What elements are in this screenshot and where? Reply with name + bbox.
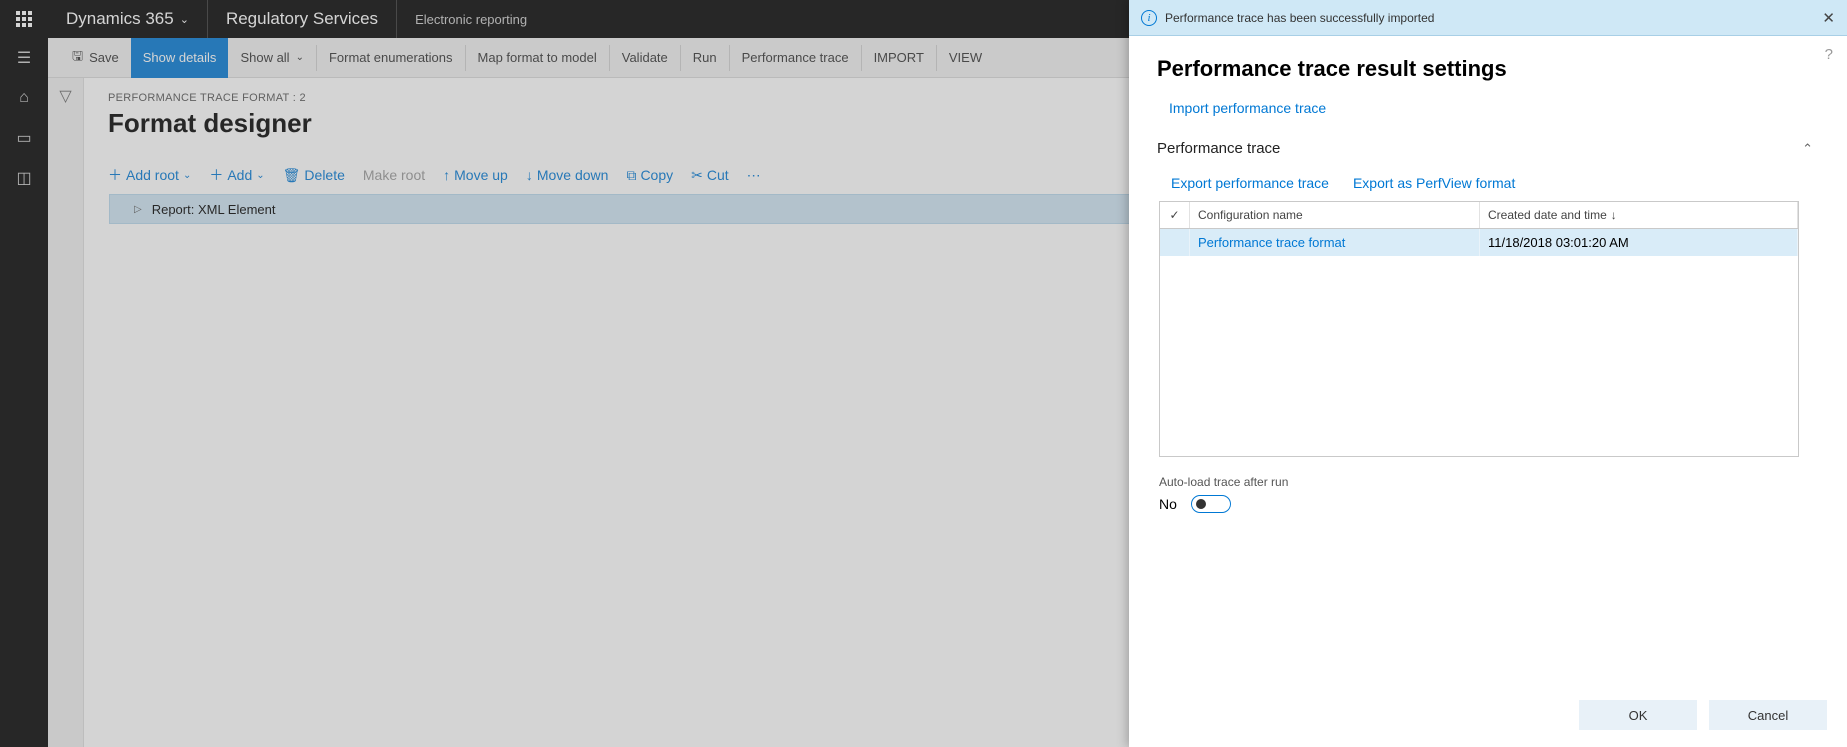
- auto-load-value: No: [1159, 496, 1177, 512]
- close-icon[interactable]: ✕: [1822, 9, 1835, 27]
- info-message: Performance trace has been successfully …: [1165, 11, 1434, 25]
- performance-trace-panel: i Performance trace has been successfull…: [1129, 0, 1847, 747]
- import-performance-trace-link[interactable]: Import performance trace: [1169, 100, 1819, 116]
- accordion-label: Performance trace: [1157, 140, 1280, 157]
- export-performance-trace-link[interactable]: Export performance trace: [1171, 175, 1329, 191]
- performance-trace-accordion[interactable]: Performance trace ⌃: [1157, 134, 1819, 163]
- grid-col-config[interactable]: Configuration name: [1190, 202, 1480, 228]
- grid-col-date-label: Created date and time: [1488, 208, 1607, 222]
- grid-row-check[interactable]: [1160, 229, 1190, 256]
- chevron-up-icon: ⌃: [1802, 141, 1813, 157]
- info-bar: i Performance trace has been successfull…: [1129, 0, 1847, 36]
- ok-button[interactable]: OK: [1579, 700, 1697, 730]
- grid-empty-area: [1160, 256, 1798, 456]
- grid-row[interactable]: Performance trace format 11/18/2018 03:0…: [1160, 229, 1798, 256]
- grid-row-date: 11/18/2018 03:01:20 AM: [1480, 229, 1798, 256]
- grid-col-date[interactable]: Created date and time ↓: [1480, 202, 1798, 228]
- auto-load-label: Auto-load trace after run: [1159, 475, 1819, 489]
- trace-grid: ✓ Configuration name Created date and ti…: [1159, 201, 1799, 457]
- sort-down-icon: ↓: [1611, 208, 1617, 222]
- grid-row-config[interactable]: Performance trace format: [1190, 229, 1480, 256]
- info-icon: i: [1141, 10, 1157, 26]
- grid-check-header[interactable]: ✓: [1160, 202, 1190, 228]
- export-perfview-link[interactable]: Export as PerfView format: [1353, 175, 1515, 191]
- auto-load-toggle[interactable]: [1191, 495, 1231, 513]
- panel-title: Performance trace result settings: [1157, 56, 1819, 82]
- panel-footer: OK Cancel: [1129, 693, 1847, 747]
- help-icon[interactable]: ?: [1825, 46, 1833, 63]
- cancel-button[interactable]: Cancel: [1709, 700, 1827, 730]
